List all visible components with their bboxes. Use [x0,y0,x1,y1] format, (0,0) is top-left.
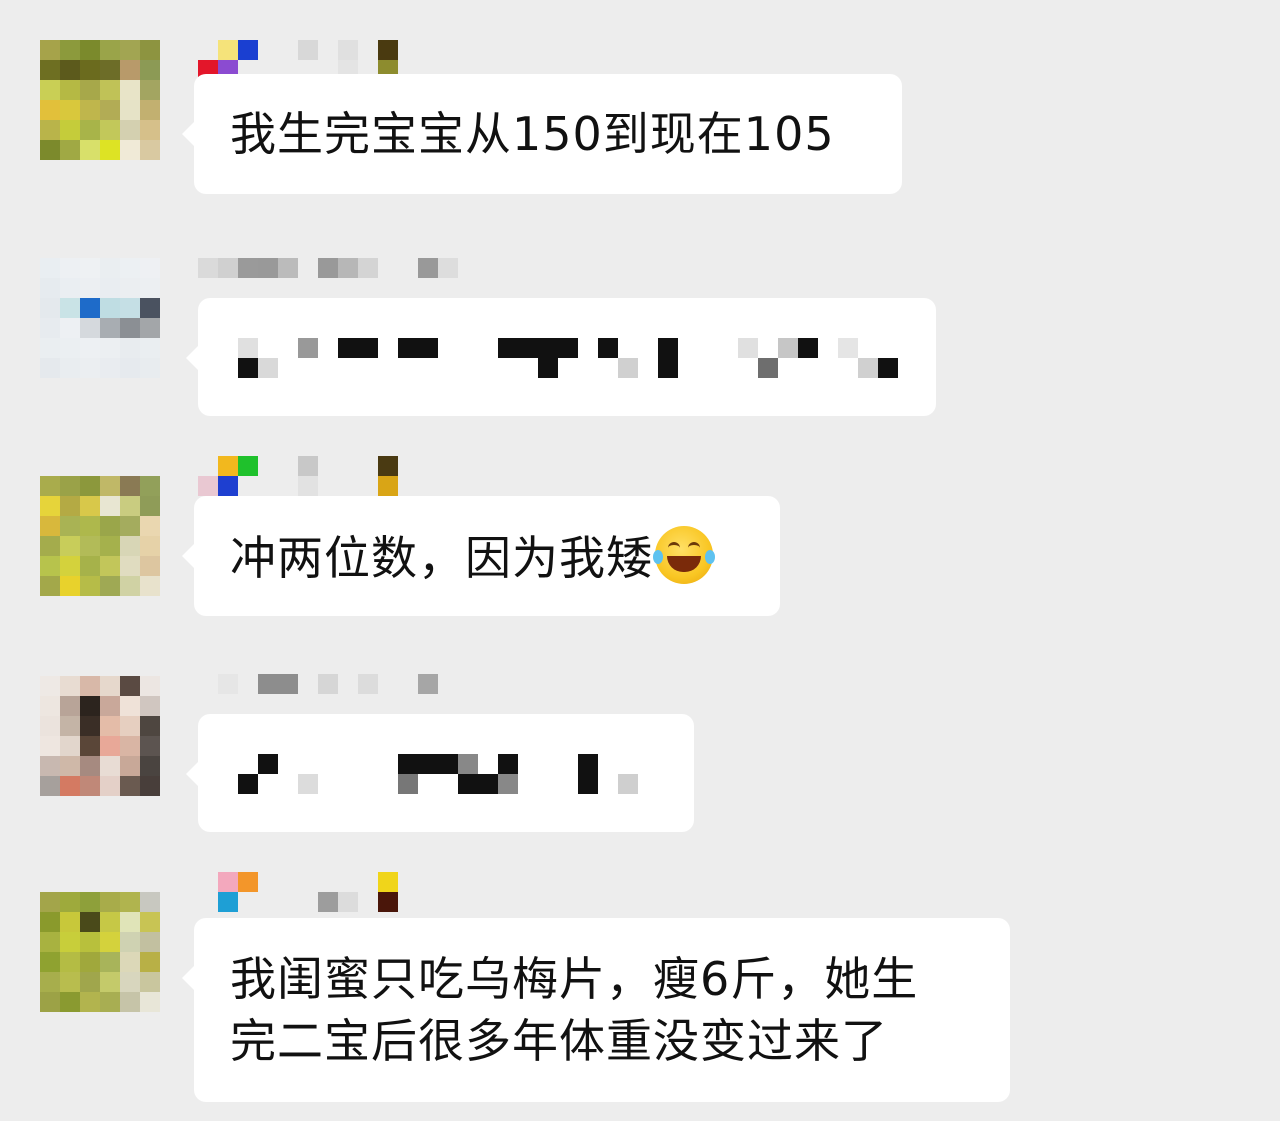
sender-name [198,674,438,714]
message-text: 冲两位数，因为我矮 [230,531,653,585]
message-bubble[interactable]: 冲两位数，因为我矮 [182,496,780,616]
avatar[interactable] [40,476,160,596]
sender-name [198,258,458,298]
sender-name [198,872,418,912]
message-bubble[interactable] [186,714,694,832]
avatar[interactable] [40,40,160,160]
message-bubble[interactable]: 我生完宝宝从150到现在105 [182,74,902,194]
message-text-line2: 完二宝后很多年体重没变过来了 [230,1014,888,1068]
message-bubble[interactable]: 我闺蜜只吃乌梅片，瘦6斤，她生 完二宝后很多年体重没变过来了 [182,918,1010,1102]
message-text-line1: 我闺蜜只吃乌梅片，瘦6斤，她生 [230,952,919,1006]
chat-area: 我生完宝宝从150到现在105 冲两位数，因为我矮 我闺蜜只吃乌梅片，瘦6斤，她… [0,0,1280,1121]
message-bubble[interactable] [186,298,936,416]
avatar[interactable] [40,258,160,378]
sender-name [198,456,418,496]
avatar[interactable] [40,892,160,1012]
tears-of-joy-emoji [653,526,715,584]
avatar[interactable] [40,676,160,796]
message-text: 我生完宝宝从150到现在105 [230,107,835,161]
